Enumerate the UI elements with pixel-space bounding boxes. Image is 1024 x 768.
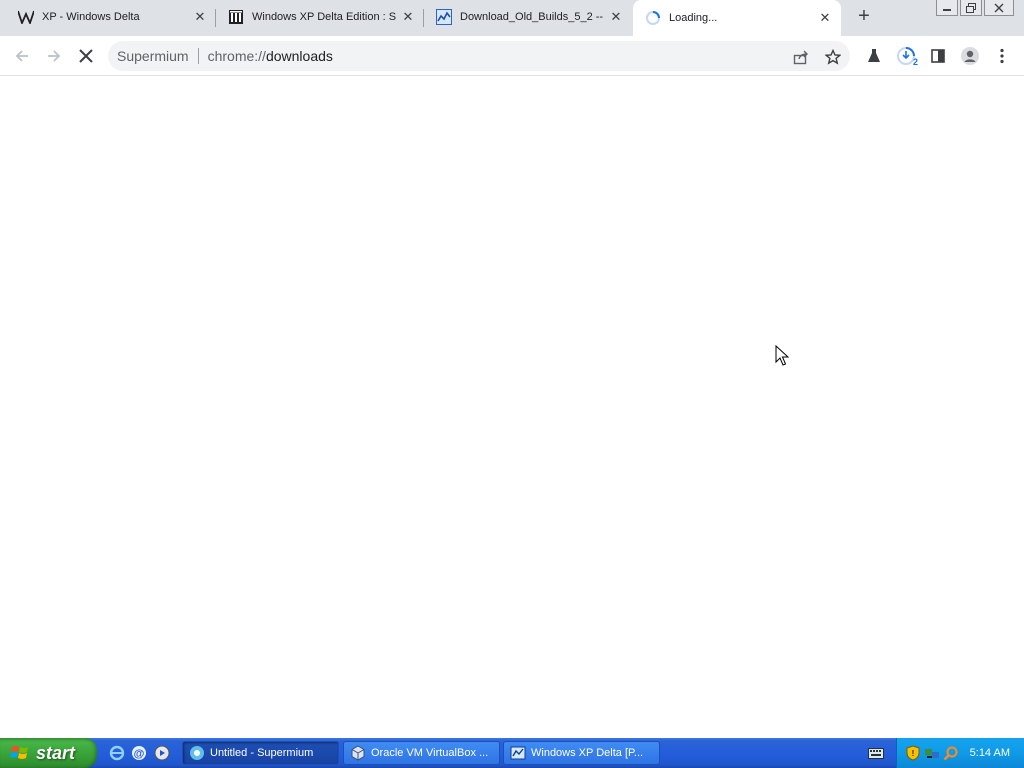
window-controls (936, 0, 1014, 16)
media-player-icon[interactable] (153, 744, 171, 762)
task-label: Untitled - Supermium (210, 747, 314, 759)
start-label: start (36, 742, 76, 763)
address-bar[interactable]: Supermium chrome:// downloads (108, 41, 850, 71)
bookmark-star-icon[interactable] (824, 48, 842, 66)
url-scheme: chrome:// (207, 48, 266, 64)
tab-close-icon[interactable]: ✕ (817, 10, 833, 26)
downloads-button[interactable]: 2 (894, 44, 918, 68)
clock[interactable]: 5:14 AM (970, 747, 1010, 759)
task-label: Windows XP Delta [P... (531, 747, 644, 759)
profile-avatar-icon[interactable] (958, 44, 982, 68)
side-panel-icon[interactable] (926, 44, 950, 68)
chart-favicon-icon (436, 9, 452, 25)
mouse-cursor-icon (775, 344, 790, 370)
tab-title: Loading... (669, 12, 718, 24)
wikipedia-w-icon (18, 9, 34, 25)
share-icon[interactable] (792, 48, 810, 66)
svg-text:@: @ (134, 748, 145, 760)
xp-window-icon (510, 745, 526, 761)
windows-flag-icon (10, 746, 28, 759)
internet-explorer-icon[interactable] (108, 744, 126, 762)
taskbar: start @ Untitled - Supermium Oracle VM V… (0, 738, 1024, 768)
network-icon[interactable] (924, 745, 940, 761)
back-button[interactable] (10, 44, 34, 68)
stop-button[interactable] (74, 44, 98, 68)
tab-loading[interactable]: Loading... ✕ (633, 0, 841, 36)
task-label: Oracle VM VirtualBox ... (371, 747, 489, 759)
supermium-icon (189, 745, 205, 761)
svg-text:!: ! (912, 749, 915, 758)
restore-button[interactable] (960, 0, 982, 16)
menu-kebab-icon[interactable] (990, 44, 1014, 68)
virtualbox-icon (350, 745, 366, 761)
close-window-button[interactable] (984, 0, 1014, 16)
start-button[interactable]: start (0, 738, 97, 768)
labs-flask-icon[interactable] (862, 44, 886, 68)
email-client-icon[interactable]: @ (130, 744, 148, 762)
tab-windows-xp-delta-edition[interactable]: Windows XP Delta Edition : S\ ✕ (216, 0, 424, 34)
tab-xp-windows-delta[interactable]: XP - Windows Delta ✕ (0, 0, 216, 34)
tab-close-icon[interactable]: ✕ (608, 9, 624, 25)
minimize-button[interactable] (936, 0, 958, 16)
stop-x-icon (79, 49, 93, 63)
download-count-badge: 2 (912, 57, 918, 67)
tab-close-icon[interactable]: ✕ (192, 9, 208, 25)
tab-close-icon[interactable]: ✕ (400, 9, 416, 25)
browser-toolbar: Supermium chrome:// downloads 2 (0, 36, 1024, 76)
omnibox-divider (197, 48, 199, 64)
keyboard-language-icon[interactable] (868, 746, 884, 760)
system-tray: ! 5:14 AM (896, 738, 1024, 768)
new-tab-button[interactable]: + (852, 6, 876, 28)
tab-strip: XP - Windows Delta ✕ Windows XP Delta Ed… (0, 0, 1024, 36)
url-host: downloads (265, 48, 333, 64)
archive-columns-icon (228, 9, 244, 25)
tab-title: XP - Windows Delta (42, 11, 140, 23)
forward-button[interactable] (42, 44, 66, 68)
forward-arrow-icon (48, 50, 61, 62)
taskbar-item-windows-xp-delta[interactable]: Windows XP Delta [P... (503, 741, 660, 765)
tab-title: Windows XP Delta Edition : S\ (252, 11, 396, 23)
search-magnifier-icon[interactable] (943, 745, 959, 761)
site-chip[interactable]: Supermium (117, 48, 189, 64)
taskbar-item-virtualbox[interactable]: Oracle VM VirtualBox ... (343, 741, 500, 765)
back-arrow-icon (15, 50, 28, 62)
page-content-area (0, 77, 1024, 738)
tab-download-old-builds[interactable]: Download_Old_Builds_5_2 -- ✕ (424, 0, 632, 34)
security-shield-icon[interactable]: ! (905, 745, 921, 761)
taskbar-item-supermium[interactable]: Untitled - Supermium (182, 741, 339, 765)
tab-title: Download_Old_Builds_5_2 -- (460, 11, 604, 23)
loading-spinner-icon (645, 10, 661, 26)
